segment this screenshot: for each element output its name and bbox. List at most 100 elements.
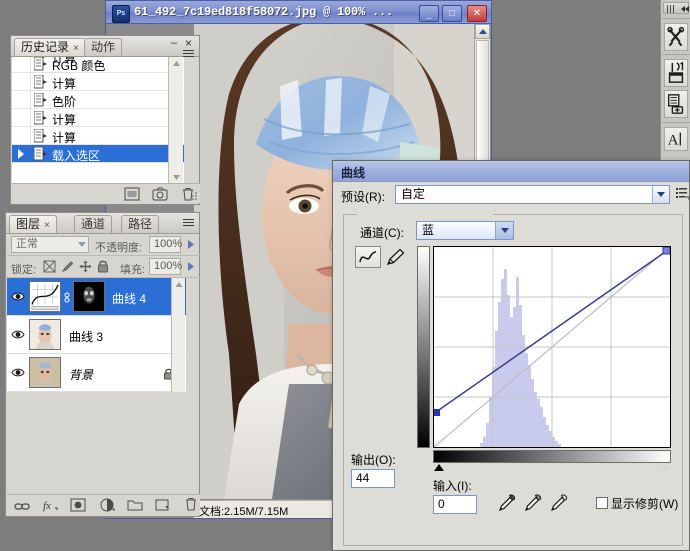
layer-visibility-icon[interactable]: [11, 329, 25, 340]
preset-select[interactable]: 自定: [395, 185, 670, 204]
table-row[interactable]: 曲线 3: [7, 316, 186, 354]
list-item[interactable]: 计算: [12, 73, 184, 91]
new-layer-icon[interactable]: [155, 498, 171, 512]
curve-point-white: [663, 247, 670, 254]
layer-list[interactable]: 曲线 4 曲线 3 背景: [7, 278, 186, 392]
lock-position-icon[interactable]: [79, 260, 92, 273]
list-item[interactable]: RGB 颜色: [12, 57, 184, 73]
input-value: 0: [438, 497, 445, 511]
dock-divider: [662, 18, 690, 19]
list-item[interactable]: 计算: [12, 109, 184, 127]
history-gutter: [12, 91, 31, 108]
tab-paths[interactable]: 路径: [121, 215, 159, 233]
clone-source-icon[interactable]: [664, 90, 688, 118]
layer-mask-thumbnail[interactable]: [73, 281, 105, 312]
pencil-curve-tool-icon[interactable]: [385, 247, 407, 267]
maximize-button[interactable]: □: [442, 5, 462, 22]
panel-resize-grip-icon[interactable]: [189, 192, 198, 201]
brushes-icon[interactable]: [664, 59, 688, 87]
preset-options-icon[interactable]: [676, 187, 689, 200]
table-row[interactable]: 曲线 4: [7, 278, 186, 316]
curves-graph[interactable]: [433, 246, 671, 448]
blend-mode-select[interactable]: 正常: [11, 236, 89, 253]
history-panel-minimize[interactable]: –: [171, 37, 177, 49]
character-glyph-icon: A: [665, 128, 687, 150]
new-document-from-state-icon[interactable]: [124, 187, 140, 201]
lock-transparency-icon[interactable]: [43, 260, 56, 273]
layers-panel-menu-icon[interactable]: [180, 217, 196, 229]
add-layer-mask-icon[interactable]: [70, 498, 86, 512]
history-scroll-up-icon[interactable]: [169, 57, 184, 71]
white-point-eyedropper-icon[interactable]: [550, 494, 568, 512]
link-layers-icon[interactable]: [14, 499, 30, 513]
channel-dropdown-arrow[interactable]: [495, 222, 513, 239]
close-button[interactable]: ✕: [467, 5, 487, 22]
blue-channel-histogram: [480, 269, 561, 447]
dock-collapse-icon[interactable]: [663, 2, 689, 14]
channel-select[interactable]: 蓝: [416, 221, 514, 240]
history-state-icon: [34, 57, 47, 71]
history-state-icon: [34, 129, 47, 143]
layers-blend-row: 正常 不透明度: 100%: [7, 234, 200, 256]
curves-graph-plot[interactable]: [434, 247, 670, 447]
current-state-marker-icon: [18, 149, 24, 159]
opacity-label: 不透明度:: [95, 239, 142, 255]
black-input-slider[interactable]: [434, 464, 444, 471]
curve-point-black: [434, 409, 440, 416]
layers-scroll-up-icon[interactable]: [172, 278, 186, 291]
layer-style-fx-icon[interactable]: fx: [42, 498, 58, 512]
list-item[interactable]: 色阶: [12, 91, 184, 109]
chevron-down-icon: [657, 192, 665, 197]
opacity-field[interactable]: 100%: [149, 236, 181, 253]
character-icon[interactable]: A: [664, 127, 688, 151]
layer-thumbnail-curves[interactable]: [29, 281, 61, 312]
history-panel-buttons: [12, 183, 200, 203]
preset-dropdown-arrow[interactable]: [652, 186, 669, 203]
new-adjustment-layer-icon[interactable]: [99, 498, 115, 512]
tab-actions[interactable]: 动作: [84, 38, 122, 56]
list-item[interactable]: 载入选区: [12, 145, 184, 163]
document-titlebar[interactable]: Ps 61_492_7c19ed818f58072.jpg @ 100% ...…: [105, 0, 492, 24]
opacity-stepper-icon[interactable]: [185, 238, 197, 251]
tab-history-close-icon[interactable]: ×: [73, 43, 79, 54]
preset-value: 自定: [401, 187, 425, 201]
tab-layers-close-icon[interactable]: ×: [44, 220, 50, 231]
delete-layer-icon[interactable]: [183, 497, 199, 511]
history-state-label: 色阶: [52, 93, 76, 110]
svg-text:A: A: [668, 133, 679, 149]
layer-visibility-icon[interactable]: [11, 291, 25, 302]
scroll-up-arrow[interactable]: [475, 24, 490, 39]
layer-visibility-icon[interactable]: [11, 367, 25, 378]
new-group-icon[interactable]: [127, 498, 143, 512]
curves-dialog-title: 曲线: [341, 164, 365, 181]
history-scroll-down-icon[interactable]: [169, 170, 184, 184]
layer-thumbnail[interactable]: [29, 357, 61, 388]
history-state-list[interactable]: 计算 RGB 颜色 计算 色阶 计算 计算: [12, 57, 184, 184]
table-row[interactable]: 背景: [7, 354, 186, 392]
list-item[interactable]: 计算: [12, 127, 184, 145]
curve-point-tool-icon[interactable]: [355, 246, 381, 268]
tool-presets-icon[interactable]: [664, 23, 688, 51]
white-input-slider[interactable]: [661, 464, 671, 471]
fill-field[interactable]: 100%: [149, 258, 181, 275]
show-clipping-checkbox[interactable]: [596, 497, 608, 509]
history-scrollbar[interactable]: [168, 57, 183, 184]
preset-label: 预设(R):: [341, 188, 385, 205]
layers-scrollbar[interactable]: [171, 278, 185, 392]
history-state-label: 计算: [52, 129, 76, 146]
output-field[interactable]: 44: [351, 469, 395, 488]
layer-thumbnail[interactable]: [29, 319, 61, 350]
gray-point-eyedropper-icon[interactable]: [524, 494, 542, 512]
lock-all-icon[interactable]: [97, 259, 109, 273]
black-point-eyedropper-icon[interactable]: [498, 494, 516, 512]
tab-layers[interactable]: 图层×: [9, 215, 57, 233]
input-field[interactable]: 0: [433, 495, 477, 514]
minimize-button[interactable]: _: [419, 5, 439, 22]
mask-link-icon[interactable]: [63, 292, 71, 303]
tab-channels[interactable]: 通道: [74, 215, 112, 233]
new-snapshot-icon[interactable]: [152, 187, 168, 201]
tab-history[interactable]: 历史记录×: [14, 38, 86, 56]
fill-stepper-icon[interactable]: [185, 260, 197, 273]
lock-image-icon[interactable]: [61, 260, 74, 273]
curves-dialog-titlebar[interactable]: 曲线: [333, 161, 689, 182]
